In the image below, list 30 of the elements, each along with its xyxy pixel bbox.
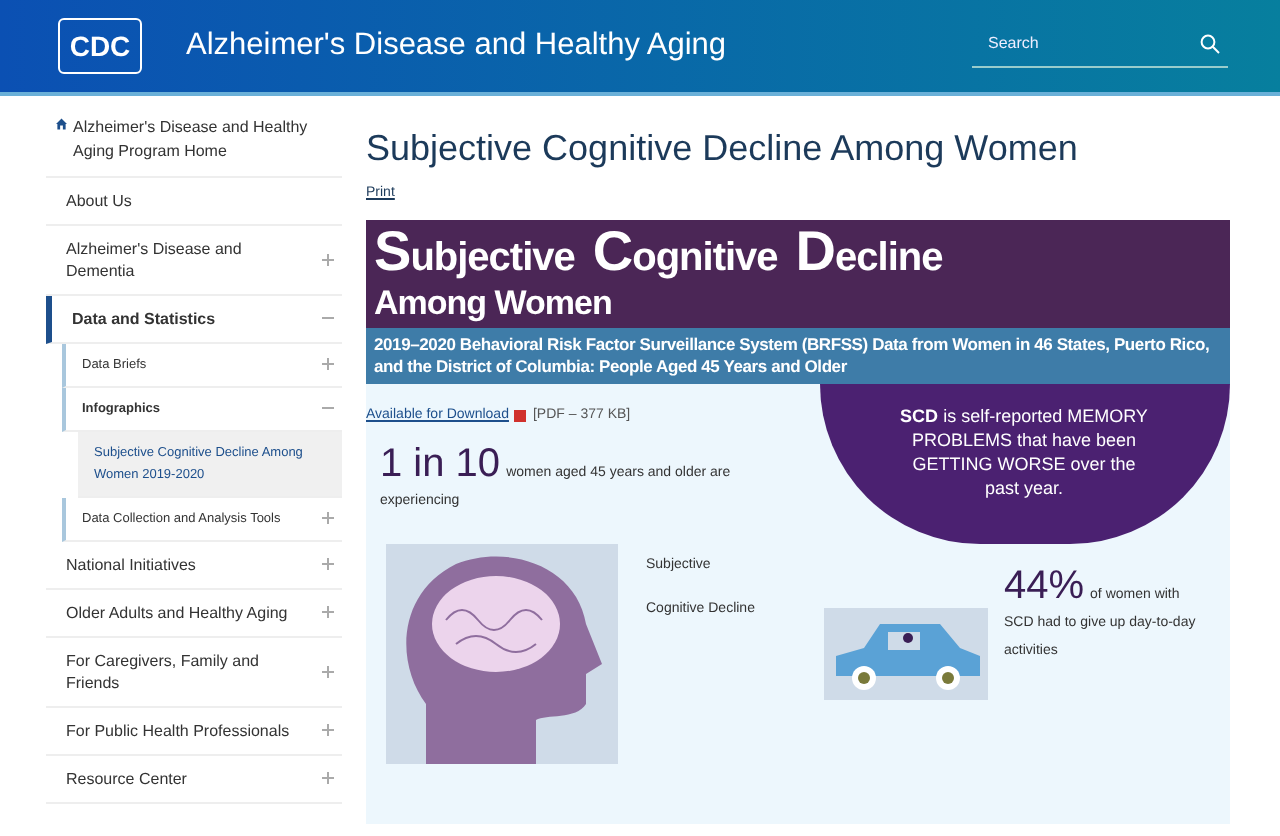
- expand-icon[interactable]: [322, 602, 334, 624]
- search-icon[interactable]: [1200, 33, 1220, 53]
- nav-item[interactable]: Resource Center: [46, 756, 342, 804]
- nav-item[interactable]: For Public Health Professionals: [46, 708, 342, 756]
- home-link[interactable]: Alzheimer's Disease and Healthy Aging Program Home: [46, 116, 342, 178]
- definition-text: SCD is self-reported MEMORY PROBLEMS that have been GETTING WORSE over the past year.: [898, 404, 1150, 502]
- home-icon: [56, 116, 67, 132]
- nav-item[interactable]: About Us: [46, 178, 342, 226]
- banner-description: 2019–2020 Behavioral Risk Factor Surveillance System (BRFSS) Data from Women in 46 States, Puerto Rico, and the District of Columbia: People Aged 45 Years and Older: [366, 328, 1230, 384]
- search-field[interactable]: Search: [984, 32, 1200, 54]
- pdf-icon: [514, 409, 527, 421]
- nav-item[interactable]: Data and Statistics: [46, 296, 342, 344]
- banner-title-word: Subjective: [374, 226, 575, 284]
- nav-item[interactable]: Alzheimer's Disease and Dementia: [46, 226, 342, 296]
- expand-icon[interactable]: [322, 720, 334, 742]
- banner-subtitle: Among Women: [374, 284, 614, 324]
- banner-title-word: Cognitive: [592, 226, 778, 284]
- site-title: Alzheimer's Disease and Healthy Aging: [186, 28, 729, 64]
- banner-title-word: Decline: [795, 226, 943, 284]
- nav-item[interactable]: For Caregivers, Family and Friends: [46, 638, 342, 708]
- expand-icon[interactable]: [322, 354, 334, 376]
- expand-icon[interactable]: [322, 554, 334, 576]
- nav-item[interactable]: Older Adults and Healthy Aging: [46, 590, 342, 638]
- nav-item[interactable]: National Initiatives: [46, 542, 342, 590]
- expand-icon[interactable]: [322, 768, 334, 790]
- expand-icon[interactable]: [322, 508, 334, 530]
- expand-icon[interactable]: [322, 249, 334, 271]
- page-title: Subjective Cognitive Decline Among Women: [366, 128, 1080, 170]
- logo[interactable]: CDC: [58, 18, 142, 74]
- expand-icon[interactable]: [322, 661, 334, 683]
